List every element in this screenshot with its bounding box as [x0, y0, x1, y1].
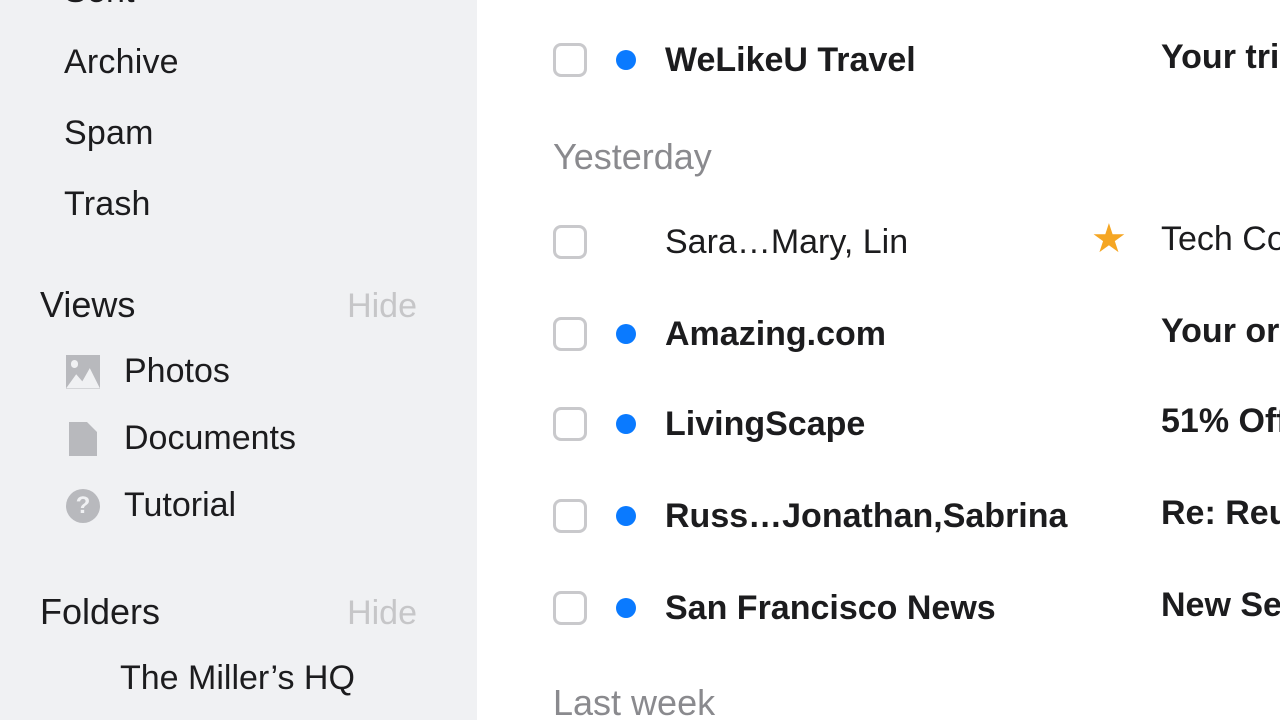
subject: New Sea: [1161, 586, 1280, 625]
views-section-header: Views Hide: [0, 284, 477, 326]
view-label: Tutorial: [124, 486, 236, 525]
checkbox[interactable]: [553, 225, 587, 259]
group-header-last-week: Last week: [477, 654, 715, 720]
message-list: WeLikeU Travel Your trip Yesterday Sara……: [477, 0, 1280, 720]
unread-dot-icon: [616, 50, 636, 70]
subject: 51% Off: [1161, 402, 1280, 441]
message-row[interactable]: LivingScape: [477, 378, 1280, 470]
sender: Amazing.com: [665, 315, 886, 354]
sidebar-item-spam[interactable]: Spam: [0, 98, 477, 169]
view-item-documents[interactable]: Documents: [0, 405, 477, 472]
help-icon: ?: [66, 489, 100, 523]
sender: Sara…Mary, Lin: [665, 223, 908, 262]
view-label: Documents: [124, 419, 296, 458]
message-row[interactable]: Russ…Jonathan,Sabrina: [477, 470, 1280, 562]
views-hide-button[interactable]: Hide: [347, 287, 445, 326]
checkbox[interactable]: [553, 499, 587, 533]
unread-dot-icon: [616, 506, 636, 526]
subject: Re: Reu: [1161, 494, 1280, 533]
sidebar-item-archive[interactable]: Archive: [0, 27, 477, 98]
views-title: Views: [40, 284, 135, 326]
message-row[interactable]: Amazing.com: [477, 288, 1280, 380]
folders-title: Folders: [40, 591, 160, 633]
subject: Your trip: [1161, 38, 1280, 77]
unread-indicator-col: [587, 506, 665, 526]
view-item-photos[interactable]: Photos: [0, 338, 477, 405]
photos-icon: [66, 355, 100, 389]
view-item-tutorial[interactable]: ? Tutorial: [0, 472, 477, 539]
sidebar: Sent Archive Spam Trash Views Hide Photo…: [0, 0, 477, 720]
unread-dot-icon: [616, 414, 636, 434]
sender: WeLikeU Travel: [665, 41, 916, 80]
view-label: Photos: [124, 352, 230, 391]
unread-indicator-col: [587, 414, 665, 434]
folders-section-header: Folders Hide: [0, 591, 477, 633]
checkbox[interactable]: [553, 591, 587, 625]
message-row[interactable]: San Francisco News: [477, 562, 1280, 654]
checkbox[interactable]: [553, 407, 587, 441]
group-header-yesterday: Yesterday: [477, 108, 712, 196]
message-row[interactable]: Sara…Mary, Lin: [477, 196, 1280, 288]
unread-indicator-col: [587, 324, 665, 344]
sender: LivingScape: [665, 405, 865, 444]
sidebar-item-trash[interactable]: Trash: [0, 169, 477, 240]
unread-dot-icon: [616, 324, 636, 344]
folder-label: The Miller’s HQ: [120, 659, 355, 698]
sidebar-item-sent[interactable]: Sent: [0, 0, 477, 27]
subject: Your ord: [1161, 312, 1280, 351]
unread-indicator-col: [587, 50, 665, 70]
star-icon[interactable]: ★: [1091, 216, 1127, 262]
unread-dot-icon: [616, 598, 636, 618]
documents-icon: [66, 422, 100, 456]
sender: Russ…Jonathan,Sabrina: [665, 497, 1067, 536]
checkbox[interactable]: [553, 317, 587, 351]
sender: San Francisco News: [665, 589, 996, 628]
subject: Tech Co: [1161, 220, 1280, 259]
folder-item[interactable]: The Miller’s HQ: [0, 645, 477, 712]
checkbox[interactable]: [553, 43, 587, 77]
message-row[interactable]: WeLikeU Travel: [477, 14, 1280, 106]
folders-hide-button[interactable]: Hide: [347, 594, 445, 633]
unread-indicator-col: [587, 598, 665, 618]
